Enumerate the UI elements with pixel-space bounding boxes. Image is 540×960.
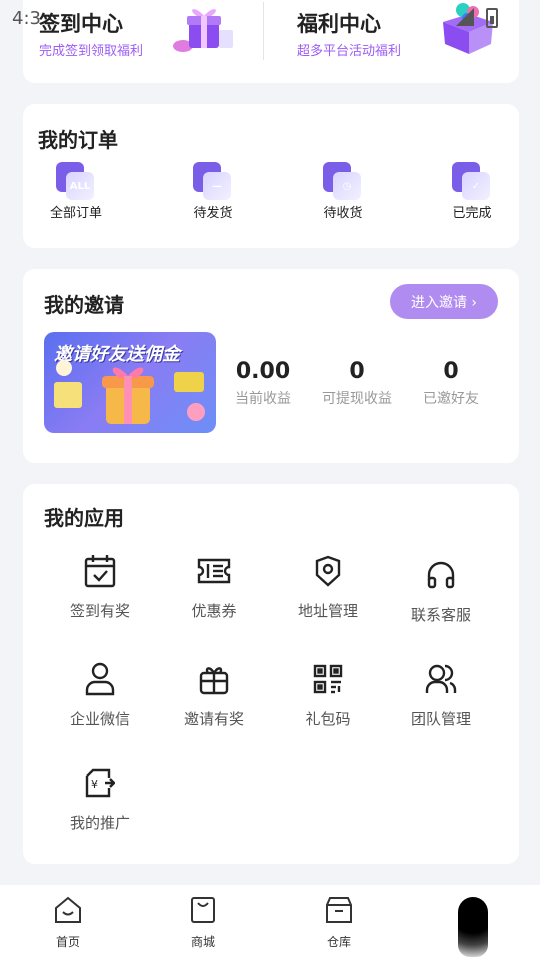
stat-label: 已邀好友 [423,391,479,407]
headset-icon [424,558,458,592]
profile-avatar[interactable] [458,897,488,957]
warehouse-icon [326,897,352,923]
sign-in-center[interactable]: 签到中心 完成签到领取福利 [23,0,263,83]
bottom-nav: 首页 商城 仓库 [0,885,540,960]
app-wecom[interactable]: 企业微信 [50,662,150,729]
order-pending-receive[interactable]: ◷ 待收货 [298,162,388,221]
calendar-check-icon [83,554,117,588]
invite-title: 我的邀请 [44,293,124,317]
completed-icon: ✓ [452,162,492,200]
order-completed[interactable]: ✓ 已完成 [427,162,517,221]
app-team-management[interactable]: 团队管理 [391,662,491,729]
app-sign-in-reward[interactable]: 签到有奖 [50,554,150,621]
coupon-icon [197,554,231,588]
stat-value: 0.00 [235,359,291,384]
benefits-subtitle: 超多平台活动福利 [297,44,402,59]
order-label: 待收货 [323,206,363,221]
welfare-card: 签到中心 完成签到领取福利 福利中心 超多平台活动福利 [23,0,519,83]
app-label: 礼包码 [305,710,351,728]
qr-code-icon [311,662,345,696]
gift-icon [197,662,231,696]
app-label: 我的推广 [69,814,130,832]
gift-icon [54,360,205,424]
order-label: 已完成 [452,206,492,221]
location-icon [311,554,345,588]
divider [263,2,264,60]
orders-title: 我的订单 [38,128,118,152]
app-coupon[interactable]: 优惠券 [164,554,264,621]
app-customer-service[interactable]: 联系客服 [391,558,491,625]
nav-label: 商城 [190,935,215,949]
apps-title: 我的应用 [44,506,124,530]
status-time: 4:3 [12,8,41,29]
shop-bag-icon [191,897,215,923]
app-label: 地址管理 [297,602,358,620]
gift-box-icon [173,9,233,52]
app-gift-code[interactable]: 礼包码 [278,662,378,729]
app-my-promotion[interactable]: ¥ 我的推广 [50,766,150,833]
order-all[interactable]: ALL 全部订单 [31,162,121,221]
app-invite-reward[interactable]: 邀请有奖 [164,662,264,729]
orders-card: 我的订单 ALL 全部订单 — 待发货 ◷ 待收货 ✓ 已完成 [23,104,519,248]
stat-current-earnings: 0.00 当前收益 [218,359,308,408]
app-label: 优惠券 [191,602,237,620]
app-label: 联系客服 [410,606,471,624]
sign-in-title: 签到中心 [39,12,123,36]
benefits-title: 福利中心 [297,12,381,36]
app-label: 签到有奖 [69,602,130,620]
sign-in-subtitle: 完成签到领取福利 [39,44,144,59]
benefits-center[interactable]: 福利中心 超多平台活动福利 [283,0,519,83]
stat-invited-friends: 0 已邀好友 [406,359,496,408]
app-address[interactable]: 地址管理 [278,554,378,621]
all-orders-icon: ALL [56,162,96,200]
invite-banner[interactable]: 邀请好友送佣金 [44,332,216,433]
order-label: 待发货 [193,206,233,221]
stat-label: 可提现收益 [322,391,392,407]
team-icon [424,662,458,696]
battery-icon [486,8,498,28]
stat-value: 0 [349,359,365,384]
nav-home[interactable]: 首页 [28,895,108,950]
app-label: 邀请有奖 [183,710,244,728]
svg-text:¥: ¥ [91,778,98,791]
stat-label: 当前收益 [235,391,291,407]
nav-label: 首页 [55,935,80,949]
signal-icon [456,8,474,26]
invite-card: 我的邀请 进入邀请 › 邀请好友送佣金 0.00 当前收益 0 可提现收益 0 … [23,269,519,463]
user-icon [83,662,117,696]
nav-label: 仓库 [326,935,351,949]
pending-ship-icon: — [193,162,233,200]
nav-warehouse[interactable]: 仓库 [299,895,379,950]
order-pending-ship[interactable]: — 待发货 [168,162,258,221]
app-label: 企业微信 [69,710,130,728]
apps-card: 我的应用 签到有奖 优惠券 地址管理 联系客服 企业微信 邀请有奖 礼包码 团队… [23,484,519,864]
order-label: 全部订单 [49,206,102,221]
home-icon [55,896,81,923]
enter-invite-button[interactable]: 进入邀请 › [390,284,498,319]
stat-value: 0 [443,359,459,384]
promotion-icon: ¥ [83,766,117,800]
stat-withdrawable: 0 可提现收益 [312,359,402,408]
app-label: 团队管理 [410,710,471,728]
pending-receive-icon: ◷ [323,162,363,200]
nav-shop[interactable]: 商城 [163,895,243,950]
